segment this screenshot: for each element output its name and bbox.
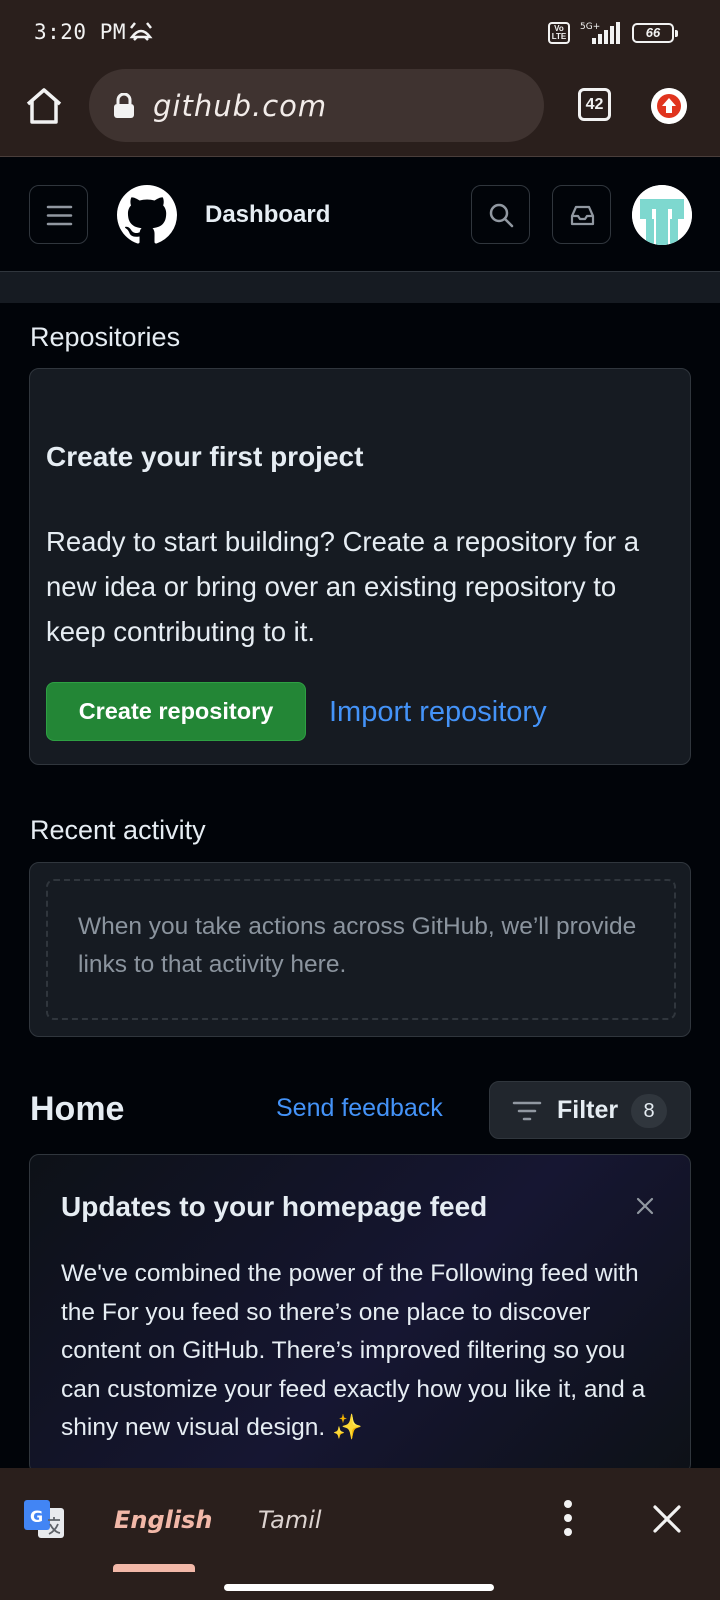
feed-update-heading: Updates to your homepage feed — [61, 1191, 488, 1222]
avatar[interactable] — [632, 185, 692, 245]
svg-text:5G+: 5G+ — [580, 22, 600, 32]
status-time: 3:20 PM — [34, 20, 127, 44]
search-icon — [489, 203, 514, 228]
filter-icon — [512, 1101, 542, 1121]
hamburger-icon — [46, 205, 73, 226]
inbox-icon — [570, 205, 595, 226]
close-icon[interactable] — [634, 1195, 656, 1217]
github-header: Dashboard — [0, 157, 720, 272]
send-feedback-link[interactable]: Send feedback — [276, 1094, 443, 1123]
selected-language-indicator — [113, 1564, 195, 1572]
repositories-heading: Repositories — [30, 322, 181, 352]
browser-toolbar: github.com 42 — [0, 64, 720, 157]
recent-activity-empty-text: When you take actions across GitHub, we’… — [78, 913, 637, 978]
home-icon[interactable] — [22, 84, 66, 128]
url-text[interactable]: github.com — [153, 89, 327, 123]
recent-activity-card: When you take actions across GitHub, we’… — [29, 862, 691, 1037]
language-tab-tamil[interactable]: Tamil — [258, 1506, 322, 1534]
more-options-icon[interactable] — [560, 1498, 576, 1538]
language-tab-english[interactable]: English — [114, 1506, 212, 1534]
home-gesture-handle[interactable] — [224, 1584, 494, 1591]
filter-count-badge: 8 — [631, 1094, 667, 1128]
update-icon[interactable] — [651, 88, 687, 124]
signal-icon: 5G+ — [580, 22, 620, 44]
github-logo-icon[interactable] — [117, 185, 177, 245]
address-bar[interactable]: github.com — [89, 69, 544, 142]
create-project-card: Create your first project Ready to start… — [29, 368, 691, 765]
search-button[interactable] — [471, 185, 530, 244]
system-nav-bar — [0, 1572, 720, 1600]
home-heading: Home — [30, 1090, 125, 1128]
header-divider — [0, 272, 720, 303]
close-translate-icon[interactable] — [652, 1504, 682, 1534]
alarm-icon — [129, 22, 153, 41]
volte-icon: Vo LTE — [548, 22, 570, 44]
battery-icon: 66 — [632, 23, 678, 43]
create-project-description: Ready to start building? Create a reposi… — [46, 526, 640, 647]
feed-update-body: We've combined the power of the Followin… — [61, 1260, 646, 1441]
inbox-button[interactable] — [552, 185, 611, 244]
svg-text:G: G — [30, 1507, 43, 1526]
tab-switcher-button[interactable]: 42 — [578, 88, 611, 121]
menu-button[interactable] — [29, 185, 88, 244]
feed-update-card: Updates to your homepage feed We've comb… — [29, 1154, 691, 1474]
recent-activity-empty-state: When you take actions across GitHub, we’… — [46, 879, 676, 1020]
recent-activity-heading: Recent activity — [30, 815, 206, 845]
create-project-heading: Create your first project — [46, 441, 364, 472]
lock-icon — [114, 93, 134, 118]
filter-label: Filter — [557, 1096, 619, 1124]
import-repository-link[interactable]: Import repository — [329, 696, 547, 729]
page-title: Dashboard — [205, 201, 331, 228]
translate-bar: G English Tamil — [0, 1468, 720, 1572]
create-repository-button[interactable]: Create repository — [46, 682, 306, 741]
status-bar: 3:20 PM Vo LTE 5G+ 66 — [0, 0, 720, 64]
google-translate-icon[interactable]: G — [24, 1500, 64, 1540]
filter-button[interactable]: Filter 8 — [489, 1081, 691, 1139]
